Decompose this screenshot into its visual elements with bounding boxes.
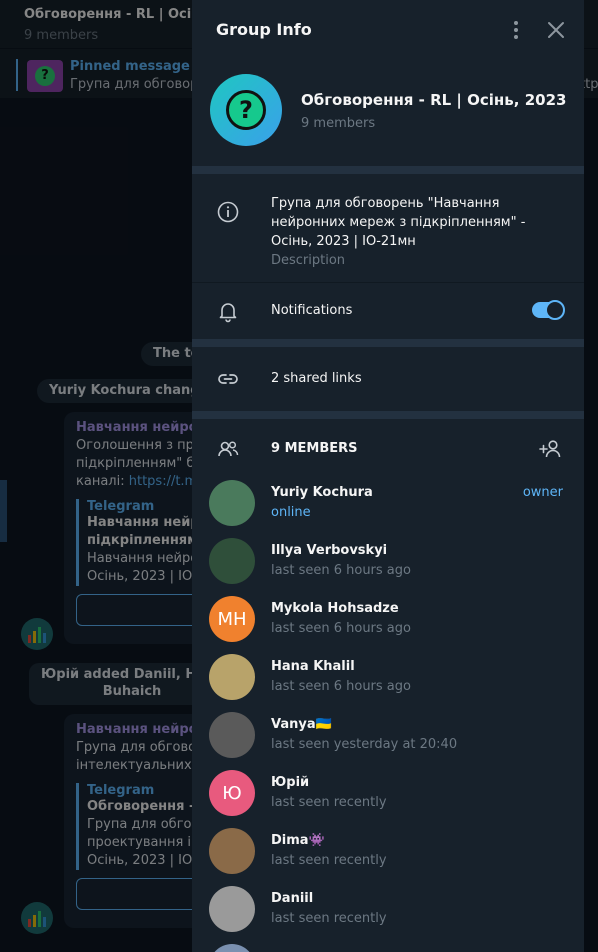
member-status: last seen recently [271, 853, 387, 868]
more-options-button[interactable] [504, 18, 528, 42]
member-avatar[interactable]: MH [209, 596, 255, 642]
notifications-row[interactable]: Notifications [192, 283, 584, 339]
group-members-count: 9 members [301, 116, 376, 131]
group-description: Група для обговорень "Навчання нейронних… [271, 196, 526, 249]
notifications-toggle[interactable] [532, 300, 565, 320]
section-divider [192, 166, 584, 174]
shared-links-row[interactable]: 2 shared links [192, 347, 584, 411]
member-list: Yuriy Kochura online owner Illya Verbovskyi… [192, 475, 584, 952]
member-avatar[interactable] [209, 654, 255, 700]
more-vertical-icon [514, 21, 518, 39]
member-row[interactable]: Hana Khalil last seen 6 hours ago [192, 649, 584, 707]
group-profile: ? Обговорення - RL | Осінь, 2023 9 membe… [192, 60, 584, 166]
member-avatar[interactable] [209, 944, 255, 952]
group-avatar[interactable]: ? [210, 74, 282, 146]
member-name: Yuriy Kochura [271, 485, 373, 500]
member-name: Dima👾 [271, 833, 325, 848]
members-header: 9 MEMBERS [192, 419, 584, 475]
description-row[interactable]: Група для обговорень "Навчання нейронних… [192, 174, 584, 282]
panel-title: Group Info [216, 20, 312, 39]
group-name: Обговорення - RL | Осінь, 2023 [301, 91, 567, 109]
member-role-badge: owner [522, 485, 563, 500]
member-status: last seen 6 hours ago [271, 679, 411, 694]
member-name: Illya Verbovskyi [271, 543, 388, 558]
member-avatar[interactable] [209, 828, 255, 874]
member-name: Mykola Hohsadze [271, 601, 399, 616]
member-row[interactable] [192, 939, 584, 952]
members-count-label: 9 MEMBERS [271, 441, 358, 456]
avatar-initials: MH [217, 608, 247, 630]
member-status: last seen 6 hours ago [271, 563, 411, 578]
avatar-initials: Ю [222, 782, 242, 804]
member-name: Hana Khalil [271, 659, 355, 674]
bell-icon [216, 299, 240, 323]
member-row[interactable]: Dima👾 last seen recently [192, 823, 584, 881]
member-avatar[interactable] [209, 538, 255, 584]
shared-links-label: 2 shared links [271, 371, 362, 386]
section-divider [192, 411, 584, 419]
member-status: last seen recently [271, 911, 387, 926]
notifications-label: Notifications [271, 303, 353, 318]
description-label: Description [271, 253, 346, 268]
panel-header: Group Info [192, 0, 584, 60]
add-user-icon [539, 440, 561, 458]
close-icon [548, 22, 564, 38]
member-row[interactable]: Ю Юрій last seen recently [192, 765, 584, 823]
member-row[interactable]: MH Mykola Hohsadze last seen 6 hours ago [192, 591, 584, 649]
member-row[interactable]: Yuriy Kochura online owner [192, 475, 584, 533]
member-avatar[interactable]: Ю [209, 770, 255, 816]
member-avatar[interactable] [209, 886, 255, 932]
member-avatar[interactable] [209, 712, 255, 758]
member-name: Vanya🇺🇦 [271, 717, 332, 732]
section-divider [192, 339, 584, 347]
member-status: online [271, 505, 311, 520]
toggle-knob [545, 300, 565, 320]
close-button[interactable] [544, 18, 568, 42]
member-row[interactable]: Vanya🇺🇦 last seen yesterday at 20:40 [192, 707, 584, 765]
member-status: last seen yesterday at 20:40 [271, 737, 458, 752]
group-info-panel: Group Info ? Обговорення - RL | Осінь, 2… [192, 0, 584, 952]
member-name: Юрій [271, 775, 310, 790]
member-row[interactable]: Daniil last seen recently [192, 881, 584, 939]
member-name: Daniil [271, 891, 314, 906]
member-status: last seen 6 hours ago [271, 621, 411, 636]
info-icon [216, 200, 240, 224]
add-member-button[interactable] [538, 437, 564, 461]
member-row[interactable]: Illya Verbovskyi last seen 6 hours ago [192, 533, 584, 591]
member-status: last seen recently [271, 795, 387, 810]
link-icon [216, 367, 240, 391]
member-avatar[interactable] [209, 480, 255, 526]
members-icon [216, 437, 240, 461]
